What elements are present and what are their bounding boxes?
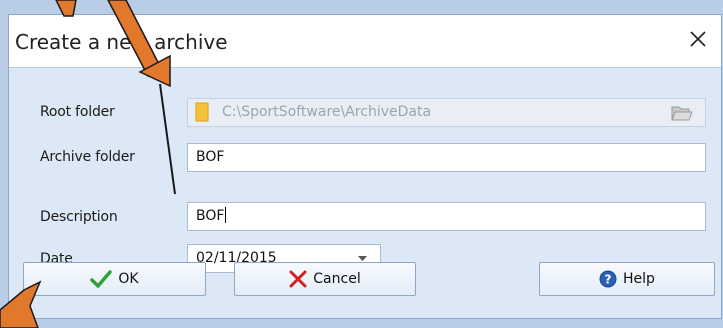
archive-folder-input[interactable]: BOF bbox=[187, 143, 706, 172]
folder-icon bbox=[195, 102, 209, 122]
description-value: BOF bbox=[196, 208, 225, 224]
help-button-label: Help bbox=[623, 271, 655, 287]
text-cursor bbox=[225, 207, 227, 223]
root-folder-value: C:\SportSoftware\ArchiveData bbox=[222, 104, 432, 120]
archive-folder-value: BOF bbox=[196, 149, 225, 165]
dialog-title: Create a new archive bbox=[15, 30, 228, 54]
ok-button-label: OK bbox=[118, 271, 139, 287]
ok-button[interactable]: OK bbox=[23, 262, 206, 296]
archive-folder-label: Archive folder bbox=[40, 149, 135, 165]
cancel-button[interactable]: Cancel bbox=[234, 262, 416, 296]
close-icon bbox=[690, 31, 706, 47]
close-button[interactable] bbox=[683, 24, 713, 54]
x-icon bbox=[289, 270, 307, 288]
svg-text:?: ? bbox=[605, 273, 612, 287]
cancel-button-label: Cancel bbox=[313, 271, 361, 287]
checkmark-icon bbox=[90, 270, 113, 288]
description-label: Description bbox=[40, 209, 118, 225]
create-archive-dialog: Create a new archive Root folder C:\Spor… bbox=[8, 14, 722, 319]
dialog-titlebar: Create a new archive bbox=[9, 15, 721, 67]
question-icon: ? bbox=[599, 270, 617, 288]
root-folder-label: Root folder bbox=[40, 104, 115, 120]
browse-folder-button bbox=[669, 102, 695, 124]
open-folder-icon bbox=[671, 106, 693, 121]
root-folder-field: C:\SportSoftware\ArchiveData bbox=[187, 98, 706, 127]
help-button[interactable]: ? Help bbox=[539, 262, 715, 296]
description-input[interactable]: BOF bbox=[187, 202, 706, 231]
